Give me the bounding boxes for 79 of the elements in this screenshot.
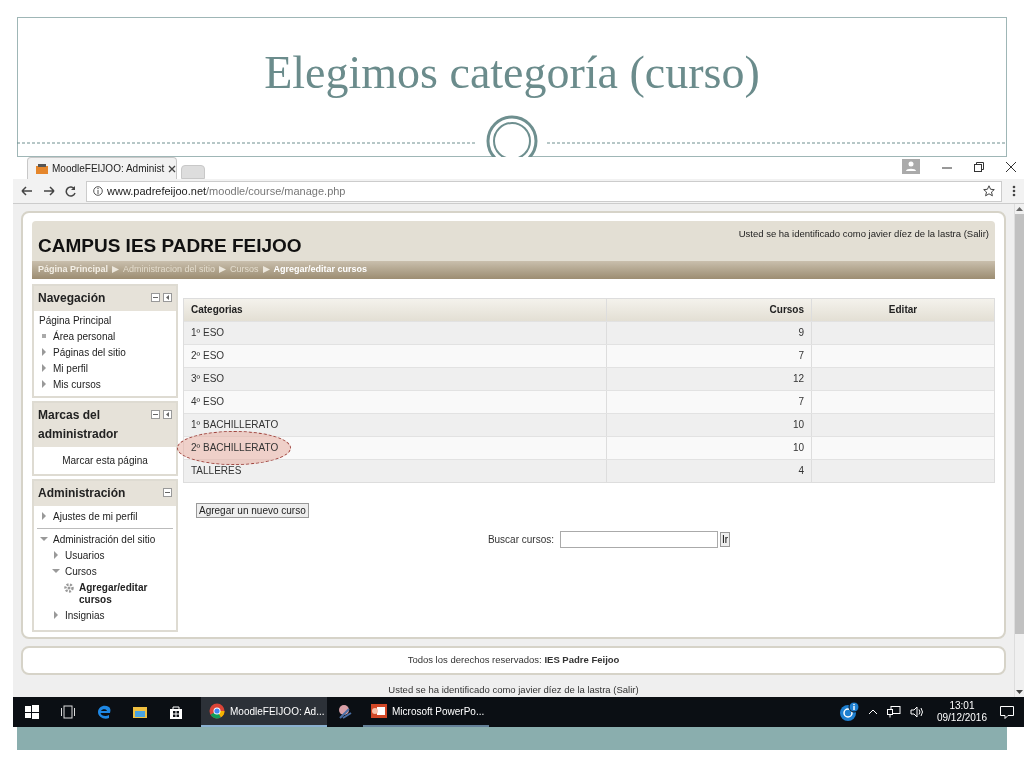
- close-icon: [168, 164, 177, 173]
- tree-item[interactable]: Usuarios: [65, 549, 105, 562]
- site-name: CAMPUS IES PADRE FEIJOO: [38, 233, 302, 258]
- address-bar[interactable]: www.padrefeijoo.net/moodle/course/manage.php: [86, 180, 1002, 202]
- table-cell: 9: [607, 321, 812, 344]
- table-cell: 7: [607, 390, 812, 413]
- scroll-down-icon: [1016, 690, 1023, 695]
- category-link[interactable]: TALLERES: [191, 463, 242, 479]
- edge-browser-icon[interactable]: [97, 705, 111, 719]
- footer-text: Todos los derechos reservados: IES Padre Feijoo: [407, 653, 620, 668]
- dock-icon: [163, 292, 172, 302]
- tree-item[interactable]: Ajustes de mi perfil: [53, 510, 138, 523]
- table-cell: 4: [607, 459, 812, 482]
- taskbar-app-button[interactable]: MoodleFEIJOO: Ad...: [201, 697, 327, 727]
- scissors-icon[interactable]: [337, 704, 353, 720]
- column-header: Editar: [887, 303, 919, 318]
- forward-arrow-icon: [43, 186, 55, 197]
- column-header: Cursos: [607, 298, 812, 321]
- tree-item[interactable]: Página Principal: [39, 314, 112, 327]
- tree-item[interactable]: Agregar/editar cursos: [79, 581, 173, 606]
- moodle-logo-icon: [36, 163, 48, 174]
- volume-icon: [909, 706, 924, 718]
- add-course-button[interactable]: Agregar un nuevo curso: [196, 502, 309, 518]
- block-title: Navegación: [38, 289, 107, 307]
- tree-item[interactable]: Páginas del sitio: [53, 346, 126, 359]
- back-arrow-icon: [21, 186, 33, 197]
- separator-icon: [262, 266, 270, 274]
- windows-start-icon[interactable]: [25, 705, 39, 719]
- collapse-icon: [151, 409, 160, 419]
- collapse-icon: [151, 292, 160, 302]
- category-link[interactable]: 1º BACHILLERATO: [191, 417, 279, 433]
- table-cell: 10: [607, 436, 812, 459]
- category-link[interactable]: 4º ESO: [191, 394, 225, 410]
- tree-item[interactable]: Mis cursos: [53, 378, 101, 391]
- close-icon: [1006, 161, 1016, 172]
- table-cell: 7: [607, 344, 812, 367]
- help-info-icon: [838, 702, 859, 722]
- table-cell: 10: [607, 413, 812, 436]
- separator-icon: [112, 266, 120, 274]
- login-info: Usted se ha identificado como javier díez de la lastra (Salir): [738, 226, 989, 241]
- separator-icon: [219, 266, 227, 274]
- block-title: Marcas del administrador: [38, 406, 119, 443]
- url-text: www.padrefeijoo.net/moodle/course/manage.php: [107, 183, 346, 199]
- search-label: Buscar cursos:: [487, 532, 554, 547]
- info-icon: [93, 186, 103, 197]
- login-info: Usted se ha identificado como javier díez de la lastra (Salir): [388, 682, 639, 697]
- notification-icon: [1000, 705, 1014, 719]
- tree-item[interactable]: Área personal: [53, 330, 116, 343]
- tree-item[interactable]: Administración del sitio: [53, 533, 156, 546]
- slides-app-icon: [371, 703, 387, 719]
- table-cell: 12: [607, 367, 812, 390]
- chevron-up-icon: [867, 709, 878, 715]
- network-icon: [886, 706, 901, 718]
- star-icon: [983, 185, 995, 198]
- reload-icon: [65, 185, 76, 197]
- menu-icon: [1012, 185, 1016, 198]
- block-title: Administración: [38, 484, 127, 502]
- task-view-icon[interactable]: [61, 705, 75, 719]
- category-link[interactable]: 3º ESO: [191, 371, 225, 387]
- restore-icon: [974, 161, 984, 172]
- slide-title: Elegimos categoría (curso): [264, 50, 760, 96]
- dock-icon: [163, 409, 172, 419]
- category-link[interactable]: 2º BACHILLERATO: [191, 440, 279, 456]
- browser-tab[interactable]: MoodleFEIJOO: Administ: [27, 157, 177, 180]
- tree-item[interactable]: Insignias: [65, 609, 105, 622]
- gear-icon: [63, 581, 75, 594]
- store-bag-icon[interactable]: [169, 705, 183, 719]
- tree-item[interactable]: Mi perfil: [53, 362, 88, 375]
- collapse-icon: [163, 487, 172, 497]
- category-link[interactable]: 2º ESO: [191, 348, 225, 364]
- column-header: Categorias: [184, 298, 607, 321]
- category-link[interactable]: 1º ESO: [191, 325, 225, 341]
- search-field[interactable]: [560, 530, 718, 548]
- search-button[interactable]: Ir: [720, 531, 731, 547]
- chrome-icon: [209, 703, 225, 719]
- folder-icon[interactable]: [133, 705, 147, 719]
- bookmark-link[interactable]: Marcar esta página: [62, 452, 148, 468]
- tree-item[interactable]: Cursos: [65, 565, 97, 578]
- clock[interactable]: 13:01 09/12/2016: [932, 700, 991, 724]
